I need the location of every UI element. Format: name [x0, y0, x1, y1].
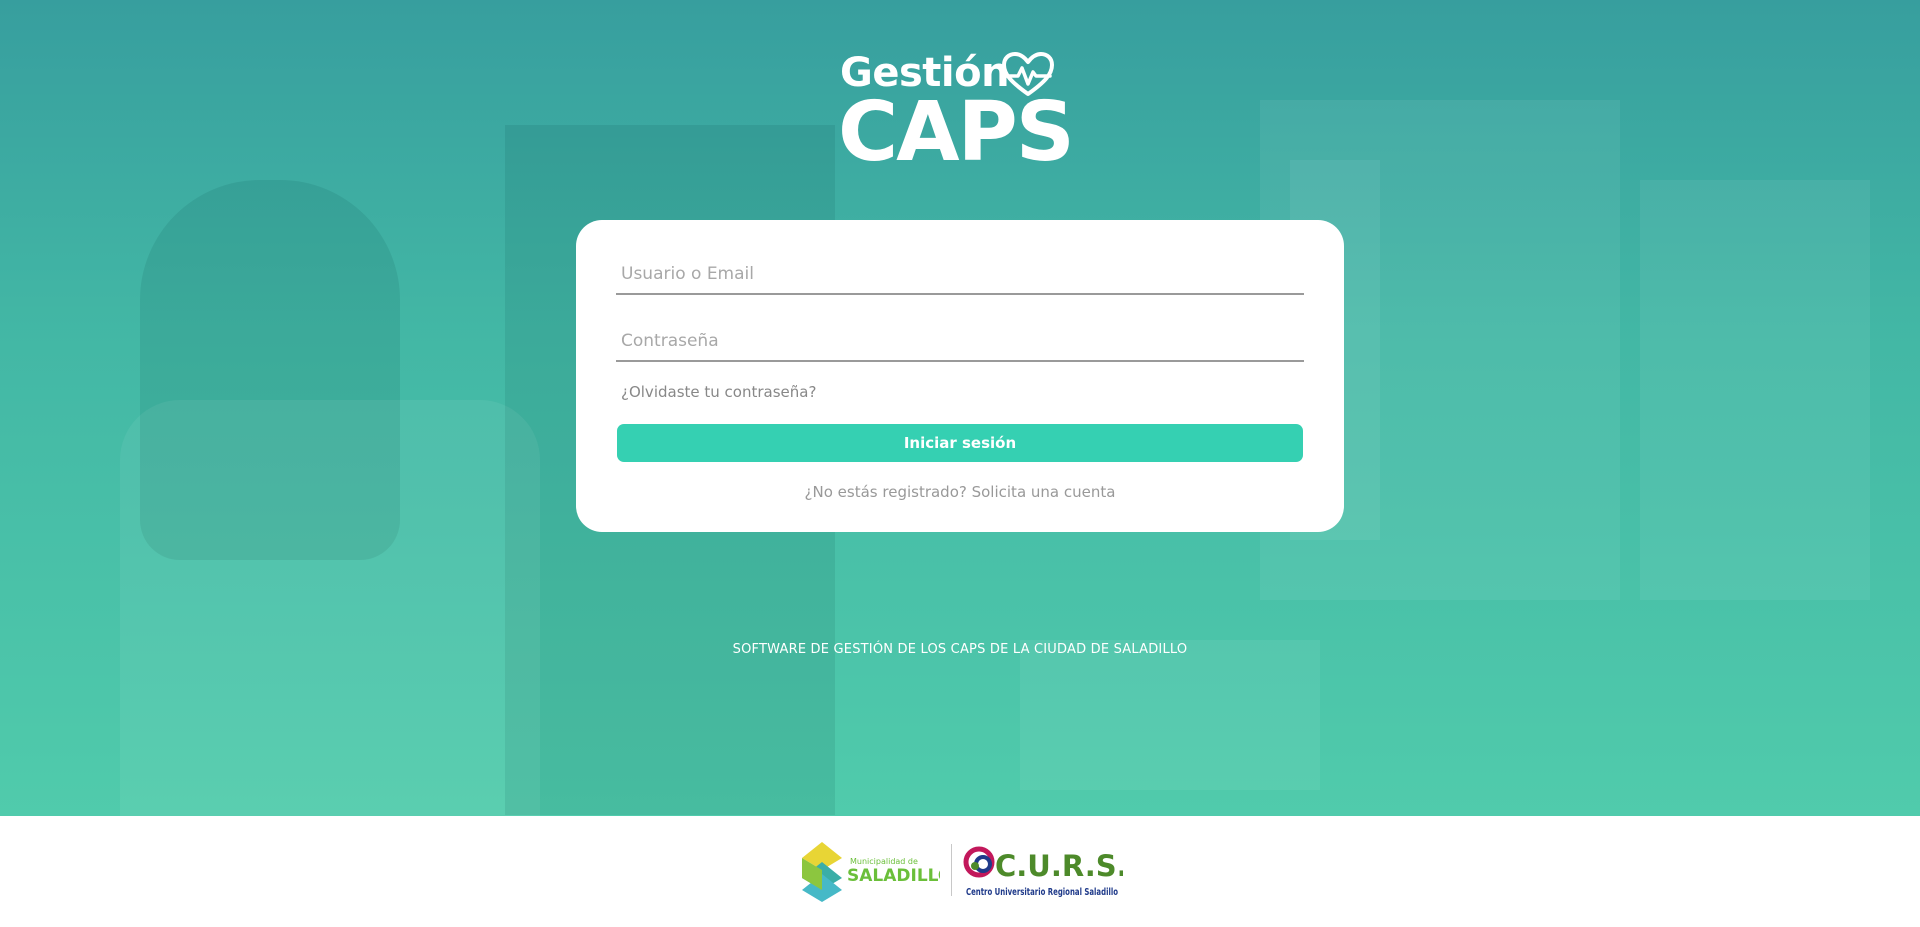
municipality-name-text: SALADILLO: [847, 866, 940, 886]
curs-full-text: Centro Universitario Regional Saladillo: [966, 887, 1118, 898]
password-input[interactable]: [616, 322, 1304, 362]
hero-background: Gestión CAPS ¿Olvidaste tu contraseña? I…: [0, 0, 1920, 816]
curs-name-text: C.U.R.S.: [995, 849, 1123, 883]
municipality-small-text: Municipalidad de: [850, 857, 918, 866]
footer: Municipalidad de SALADILLO C.U.R.S. Cent…: [0, 816, 1920, 927]
bg-photo-coat: [120, 400, 540, 816]
logo-caps-text: CAPS: [838, 85, 1075, 180]
login-button[interactable]: Iniciar sesión: [617, 424, 1303, 462]
app-logo: Gestión CAPS: [838, 50, 1088, 178]
bg-photo-glass: [1640, 180, 1870, 600]
app-tagline: SOFTWARE DE GESTIÓN DE LOS CAPS DE LA CI…: [732, 642, 1188, 657]
saladillo-logo: Municipalidad de SALADILLO: [802, 842, 940, 902]
username-input[interactable]: [616, 255, 1304, 295]
bg-photo-desk: [1020, 640, 1320, 790]
curs-logo: C.U.R.S. Centro Universitario Regional S…: [963, 846, 1123, 898]
login-card: ¿Olvidaste tu contraseña? Iniciar sesión…: [576, 220, 1344, 532]
footer-divider: [951, 844, 952, 896]
register-link[interactable]: ¿No estás registrado? Solicita una cuent…: [576, 483, 1344, 501]
forgot-password-link[interactable]: ¿Olvidaste tu contraseña?: [621, 383, 816, 401]
